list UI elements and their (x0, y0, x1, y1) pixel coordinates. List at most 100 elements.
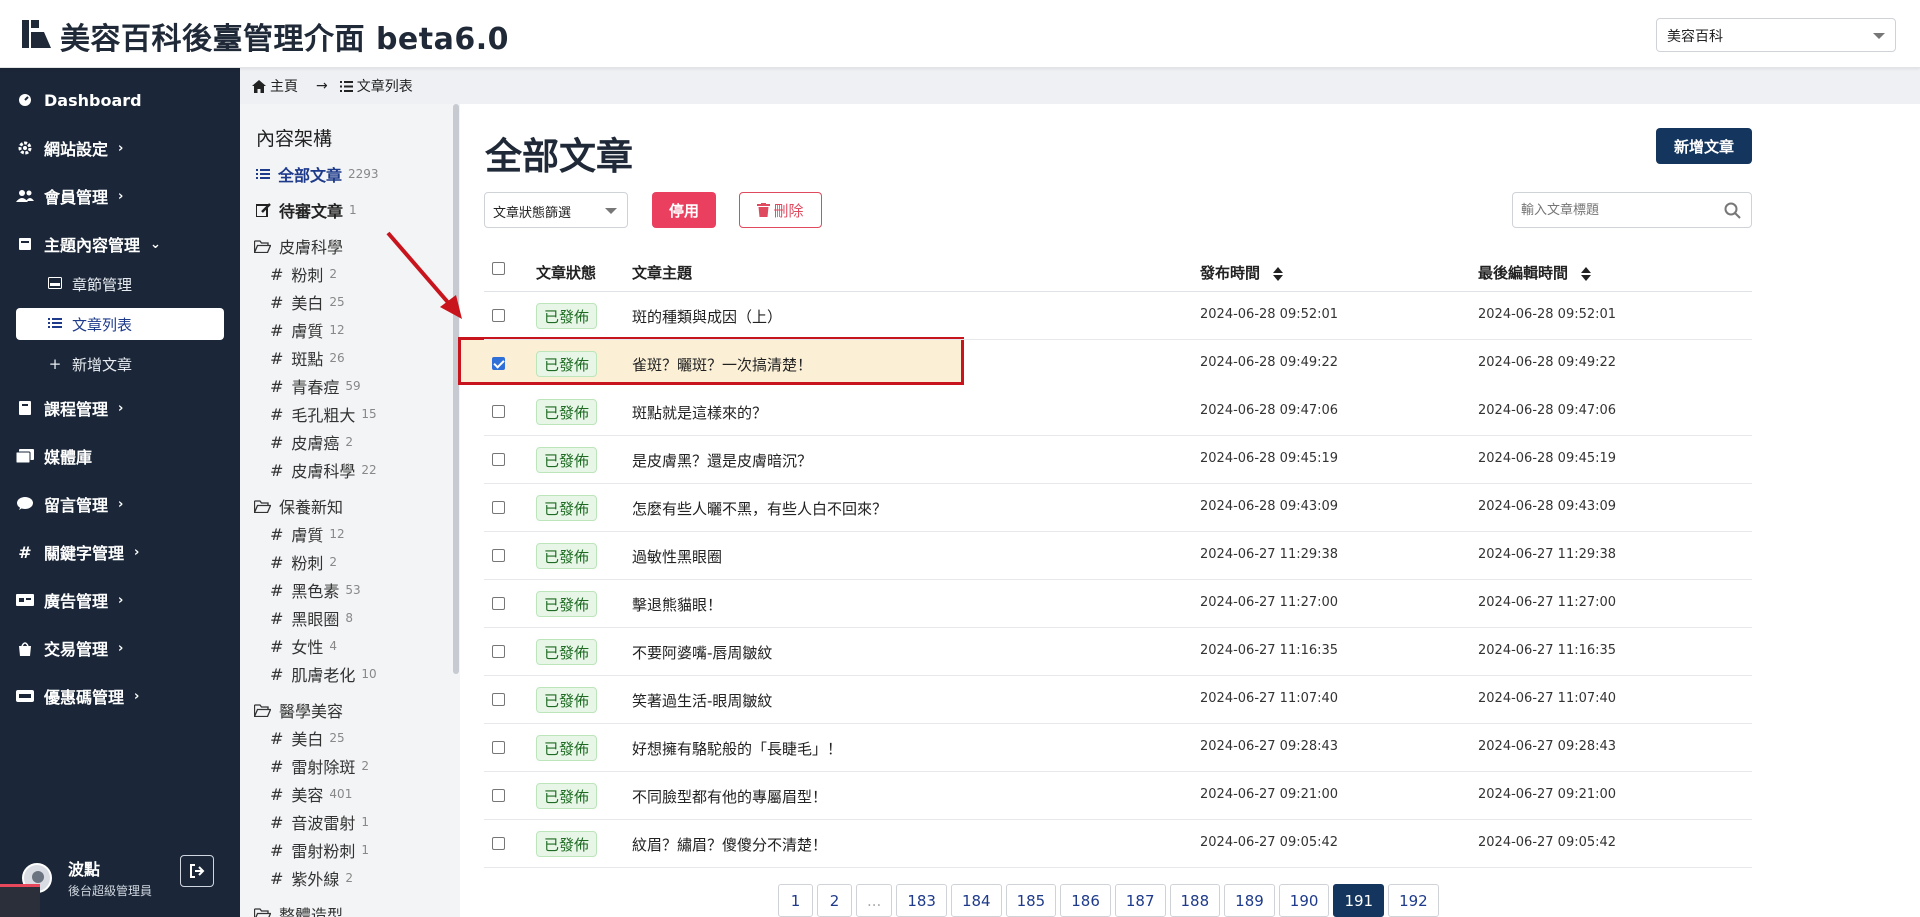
category-item[interactable]: # 膚質 12 (270, 522, 345, 546)
disable-button[interactable]: 停用 (652, 192, 716, 228)
category-item[interactable]: # 雷射粉刺 1 (270, 838, 369, 862)
row-checkbox[interactable] (492, 309, 505, 322)
table-row[interactable]: 已發佈 擊退熊貓眼！ 2024-06-27 11:27:00 2024-06-27 1… (484, 580, 1752, 628)
sidebar-item-site-settings[interactable]: 網站設定 › (16, 131, 123, 165)
pagination-page[interactable]: 1 (778, 884, 813, 917)
row-checkbox[interactable] (492, 645, 505, 658)
category-item[interactable]: # 皮膚癌 2 (270, 430, 353, 454)
table-row[interactable]: 已發佈 紋眉？繡眉？傻傻分不清楚！ 2024-06-27 09:05:42 2024-… (484, 820, 1752, 868)
table-row[interactable]: 已發佈 怎麼有些人曬不黑，有些人白不回來？ 2024-06-28 09:43:09 2… (484, 484, 1752, 532)
sidebar-item-comments[interactable]: 留言管理 › (16, 487, 123, 521)
sidebar-subitem-chapters[interactable]: 章節管理 (46, 268, 132, 300)
row-checkbox[interactable] (492, 789, 505, 802)
category-item[interactable]: # 肌膚老化 10 (270, 662, 377, 686)
table-row[interactable]: 已發佈 雀斑？曬斑？一次搞清楚！ 2024-06-28 09:49:22 2024-0… (484, 340, 1752, 388)
table-row[interactable]: 已發佈 不同臉型都有他的專屬眉型！ 2024-06-27 09:21:00 2024-… (484, 772, 1752, 820)
category-group[interactable]: 保養新知 (254, 494, 343, 518)
article-title[interactable]: 擊退熊貓眼！ (632, 594, 722, 615)
pagination-page[interactable]: 185 (1005, 884, 1057, 917)
category-item[interactable]: # 青春痘 59 (270, 374, 361, 398)
sidebar-subitem-article-list[interactable]: 文章列表 (16, 308, 224, 340)
column-published[interactable]: 發布時間 (1200, 262, 1284, 283)
breadcrumb-home[interactable]: 主頁 (270, 76, 298, 96)
category-item[interactable]: # 粉刺 2 (270, 550, 337, 574)
table-row[interactable]: 已發佈 不要阿婆嘴-唇周皺紋 2024-06-27 11:16:35 2024-06-… (484, 628, 1752, 676)
row-checkbox[interactable] (492, 453, 505, 466)
category-item[interactable]: # 膚質 12 (270, 318, 345, 342)
row-checkbox[interactable] (492, 693, 505, 706)
sort-icon[interactable] (1273, 266, 1284, 281)
category-group[interactable]: 皮膚科學 (254, 234, 343, 258)
sidebar-item-coupons[interactable]: 優惠碼管理 › (16, 679, 139, 713)
category-group[interactable]: 醫學美容 (254, 698, 343, 722)
category-scrollbar[interactable] (453, 104, 459, 674)
article-title[interactable]: 笑著過生活-眼周皺紋 (632, 690, 772, 711)
category-item[interactable]: # 毛孔粗大 15 (270, 402, 377, 426)
pagination-page[interactable]: 192 (1388, 884, 1439, 917)
row-checkbox[interactable] (492, 357, 505, 370)
category-group[interactable]: 整體造型 (254, 902, 343, 917)
row-checkbox[interactable] (492, 501, 505, 514)
sidebar-item-members[interactable]: 會員管理 › (16, 179, 123, 213)
article-title[interactable]: 斑點就是這樣來的？ (632, 402, 767, 423)
article-title[interactable]: 不同臉型都有他的專屬眉型！ (632, 786, 827, 807)
category-item[interactable]: # 紫外線 2 (270, 866, 353, 890)
category-item[interactable]: # 音波雷射 1 (270, 810, 369, 834)
table-row[interactable]: 已發佈 是皮膚黑？還是皮膚暗沉？ 2024-06-28 09:45:19 2024-0… (484, 436, 1752, 484)
sidebar-item-courses[interactable]: 課程管理 › (16, 391, 123, 425)
sort-icon[interactable] (1581, 266, 1592, 281)
category-item[interactable]: # 雷射除斑 2 (270, 754, 369, 778)
sidebar-item-keywords[interactable]: # 關鍵字管理 › (16, 535, 139, 569)
category-item[interactable]: # 女性 4 (270, 634, 337, 658)
status-filter-select[interactable]: 文章狀態篩選 (484, 192, 628, 228)
row-checkbox[interactable] (492, 405, 505, 418)
site-selector[interactable]: 美容百科 (1656, 18, 1896, 52)
select-all-checkbox[interactable] (492, 262, 505, 275)
search-icon[interactable] (1724, 202, 1741, 219)
logout-button[interactable] (180, 855, 214, 887)
delete-button[interactable]: 刪除 (739, 192, 822, 228)
new-article-button[interactable]: 新增文章 (1656, 128, 1752, 164)
article-search[interactable] (1512, 192, 1752, 228)
row-checkbox[interactable] (492, 741, 505, 754)
row-checkbox[interactable] (492, 597, 505, 610)
article-title[interactable]: 是皮膚黑？還是皮膚暗沉？ (632, 450, 812, 471)
table-row[interactable]: 已發佈 好想擁有駱駝般的「長睫毛」！ 2024-06-27 09:28:43 2024… (484, 724, 1752, 772)
pagination-page[interactable]: 183 (896, 884, 947, 917)
sidebar-item-dashboard[interactable]: Dashboard (16, 83, 142, 117)
pagination-page[interactable]: 186 (1060, 884, 1111, 917)
sidebar-item-ads[interactable]: 廣告管理 › (16, 583, 123, 617)
article-title[interactable]: 不要阿婆嘴-唇周皺紋 (632, 642, 772, 663)
category-item[interactable]: # 黑眼圈 8 (270, 606, 353, 630)
category-item[interactable]: # 斑點 26 (270, 346, 345, 370)
category-pending-articles[interactable]: 待審文章 1 (256, 198, 357, 222)
article-title[interactable]: 過敏性黑眼圈 (632, 546, 722, 567)
pagination-page[interactable]: 187 (1114, 884, 1166, 917)
pagination-page[interactable]: 190 (1278, 884, 1330, 917)
category-item[interactable]: # 皮膚科學 22 (270, 458, 377, 482)
article-title[interactable]: 好想擁有駱駝般的「長睫毛」！ (632, 738, 842, 759)
article-title[interactable]: 怎麼有些人曬不黑，有些人白不回來？ (632, 498, 887, 519)
category-item[interactable]: # 粉刺 2 (270, 262, 337, 286)
pagination-page[interactable]: 188 (1169, 884, 1221, 917)
sidebar-item-transactions[interactable]: 交易管理 › (16, 631, 123, 665)
sidebar-item-content[interactable]: 主題內容管理 ⌄ (16, 227, 161, 261)
table-row[interactable]: 已發佈 斑的種類與成因（上） 2024-06-28 09:52:01 2024-06-… (484, 292, 1752, 340)
table-row[interactable]: 已發佈 笑著過生活-眼周皺紋 2024-06-27 11:07:40 2024-06-… (484, 676, 1752, 724)
table-row[interactable]: 已發佈 過敏性黑眼圈 2024-06-27 11:29:38 2024-06-27 1… (484, 532, 1752, 580)
pagination-page[interactable]: 184 (950, 884, 1002, 917)
category-item[interactable]: # 美白 25 (270, 726, 345, 750)
category-all-articles[interactable]: 全部文章 2293 (256, 162, 379, 186)
article-title[interactable]: 紋眉？繡眉？傻傻分不清楚！ (632, 834, 827, 855)
sidebar-item-media[interactable]: 媒體庫 (16, 439, 92, 473)
pagination-page[interactable]: 191 (1333, 884, 1385, 917)
pagination-page[interactable]: 2 (817, 884, 852, 917)
row-checkbox[interactable] (492, 549, 505, 562)
article-title[interactable]: 斑的種類與成因（上） (632, 306, 782, 327)
article-title[interactable]: 雀斑？曬斑？一次搞清楚！ (632, 354, 812, 375)
category-item[interactable]: # 黑色素 53 (270, 578, 361, 602)
pagination-page[interactable]: 189 (1224, 884, 1275, 917)
row-checkbox[interactable] (492, 837, 505, 850)
column-edited[interactable]: 最後編輯時間 (1478, 262, 1592, 283)
category-item[interactable]: # 美白 25 (270, 290, 345, 314)
